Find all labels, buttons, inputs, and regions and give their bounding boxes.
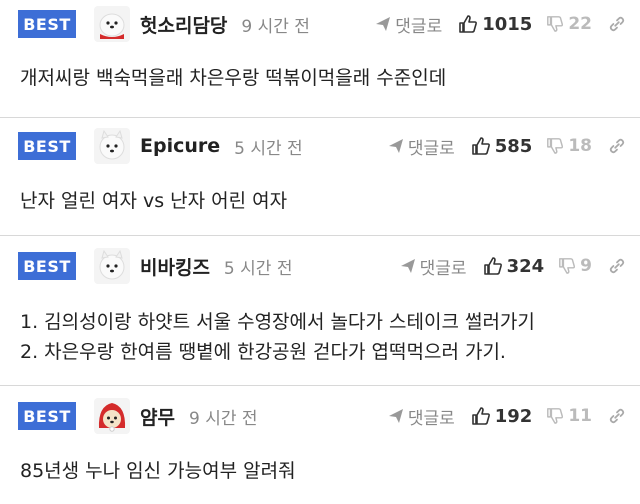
author-name[interactable]: 얌무 [140,403,175,430]
samoyed-avatar-icon [99,129,125,160]
comment-text: 개저씨랑 백숙먹을래 차은우랑 떡볶이먹을래 수준인데 [20,67,447,89]
comment-actions: 댓글로 192 11 [388,398,626,434]
author-name[interactable]: Epicure [140,135,220,157]
dislike-count: 11 [568,406,592,426]
link-button[interactable] [608,257,626,275]
comment-body: 개저씨랑 백숙먹을래 차은우랑 떡볶이먹을래 수준인데 [20,63,620,93]
thumbs-down-icon [559,258,576,274]
best-badge: BEST [18,252,76,280]
best-badge: BEST [18,132,76,160]
thumbs-up-icon [471,137,490,155]
thumbs-up-icon [483,257,502,275]
best-badge: BEST [18,10,76,38]
timestamp: 9 시간 전 [241,16,310,37]
like-button[interactable]: 585 [471,135,533,157]
timestamp: 9 시간 전 [188,408,258,429]
best-badge: BEST [18,402,76,430]
avatar[interactable] [94,128,130,164]
link-icon [609,408,625,424]
like-count: 192 [494,405,533,427]
comment-item: BEST 비바킹즈 5 시간 전 댓글로 324 9 1. 김의성이랑 하얏트 … [0,236,640,386]
comment-body: 85년생 누나 임신 가능여부 알려줘 [20,456,620,486]
link-button[interactable] [608,15,626,33]
reply-button[interactable]: 댓글로 [388,134,455,159]
dislike-count: 22 [568,14,592,34]
dislike-count: 18 [568,136,592,156]
comment-text: 85년생 누나 임신 가능여부 알려줘 [20,460,296,482]
reply-label: 댓글로 [407,138,455,159]
link-icon [609,16,625,32]
send-arrow-icon [376,17,391,31]
like-count: 324 [506,255,545,277]
link-icon [609,258,625,274]
comment-actions: 댓글로 1015 22 [375,6,626,42]
send-arrow-icon [388,409,403,423]
reply-label: 댓글로 [395,16,443,37]
send-arrow-icon [388,139,403,153]
comment-meta: BEST Epicure 5 시간 전 댓글로 585 18 [18,128,640,164]
reply-button[interactable]: 댓글로 [400,254,467,279]
reply-label: 댓글로 [419,258,467,279]
avatar[interactable] [94,6,130,42]
comment-text-line: 1. 김의성이랑 하얏트 서울 수영장에서 놀다가 스테이크 썰러가기 [20,311,535,333]
author-name[interactable]: 헛소리담당 [140,11,227,38]
like-button[interactable]: 1015 [458,14,532,35]
comment-text-line: 2. 차은우랑 한여름 땡볕에 한강공원 걷다가 엽떡먹으러 가기. [20,341,506,363]
like-button[interactable]: 192 [471,405,533,427]
send-arrow-icon [400,259,415,273]
comment-meta: BEST 헛소리담당 9 시간 전 댓글로 1015 22 [18,6,640,42]
thumbs-down-icon [547,408,564,424]
dislike-count: 9 [580,256,592,276]
dislike-button[interactable]: 9 [558,256,592,276]
comment-actions: 댓글로 585 18 [388,128,626,164]
comment-text: 난자 얼린 여자 vs 난자 어린 여자 [20,190,288,212]
dislike-button[interactable]: 22 [546,14,592,34]
dislike-button[interactable]: 18 [546,136,592,156]
comment-item: BEST 얌무 9 시간 전 댓글로 192 11 85년생 누나 임신 가능여… [0,386,640,504]
like-count: 585 [494,135,533,157]
comment-meta: BEST 비바킹즈 5 시간 전 댓글로 324 9 [18,248,640,284]
thumbs-up-icon [459,15,478,33]
timestamp: 5 시간 전 [223,258,293,279]
like-button[interactable]: 324 [483,255,545,277]
comment-item: BEST Epicure 5 시간 전 댓글로 585 18 난자 얼린 여자 … [0,118,640,236]
comment-actions: 댓글로 324 9 [400,248,626,284]
timestamp: 5 시간 전 [234,138,303,159]
dislike-button[interactable]: 11 [546,406,592,426]
comment-body: 1. 김의성이랑 하얏트 서울 수영장에서 놀다가 스테이크 썰러가기 2. 차… [20,307,620,367]
reply-button[interactable]: 댓글로 [375,12,442,37]
avatar[interactable] [94,398,130,434]
samoyed-red-scarf-avatar-icon [99,13,125,39]
puppy-red-hood-avatar-icon [98,403,126,432]
comment-item: BEST 헛소리담당 9 시간 전 댓글로 1015 22 개저씨랑 백숙먹을래… [0,0,640,118]
thumbs-up-icon [471,407,490,425]
comment-meta: BEST 얌무 9 시간 전 댓글로 192 11 [18,398,640,434]
link-button[interactable] [608,407,626,425]
thumbs-down-icon [547,138,564,154]
samoyed-avatar-icon [99,249,125,280]
reply-label: 댓글로 [407,408,455,429]
avatar[interactable] [94,248,130,284]
link-icon [609,138,625,154]
author-name[interactable]: 비바킹즈 [140,253,210,280]
reply-button[interactable]: 댓글로 [388,404,455,429]
thumbs-down-icon [547,16,564,32]
link-button[interactable] [608,137,626,155]
comment-body: 난자 얼린 여자 vs 난자 어린 여자 [20,186,620,216]
like-count: 1015 [482,13,533,35]
